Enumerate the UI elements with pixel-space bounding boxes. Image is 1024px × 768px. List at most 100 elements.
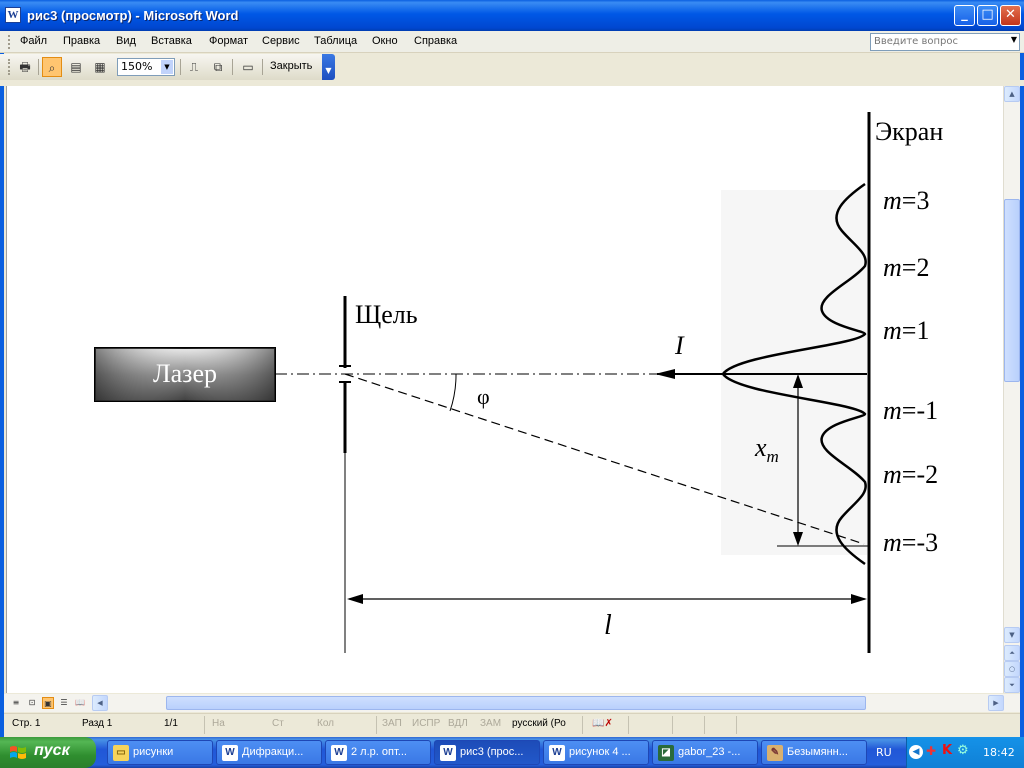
menu-tools[interactable]: Сервис	[262, 35, 300, 47]
antivirus-icon[interactable]: ✚	[926, 744, 936, 758]
taskbar: пуск ▭ рисунки W Дифракци... W 2 л.р. оп…	[0, 737, 1024, 768]
task-word-lr-opt[interactable]: W 2 л.р. опт...	[325, 740, 431, 765]
menu-format[interactable]: Формат	[209, 35, 248, 47]
word-icon[interactable]: W	[5, 7, 21, 23]
status-page[interactable]: Стр. 1	[12, 718, 40, 729]
window-title: рис3 (просмотр) - Microsoft Word	[27, 8, 239, 23]
task-word-difraktsiya[interactable]: W Дифракци...	[216, 740, 322, 765]
status-language[interactable]: русский (Ро	[512, 718, 566, 729]
task-label: Безымянн...	[787, 746, 848, 758]
next-page-button[interactable]: ⏷	[1004, 677, 1020, 693]
window-left-border	[0, 31, 4, 737]
word-icon: W	[331, 745, 347, 761]
status-bar: Стр. 1 Разд 1 1/1 На Ст Кол ЗАП ИСПР ВДЛ…	[4, 713, 1020, 737]
diffraction-diagram: Лазер I Щель φ Экран xm m=3 m=2 m=1 m=-1…	[94, 112, 943, 653]
document-page[interactable]: Лазер I Щель φ Экран xm m=3 m=2 m=1 m=-1…	[6, 86, 1003, 693]
status-divider	[376, 716, 377, 734]
scroll-down-button[interactable]: ▼	[1004, 627, 1020, 643]
arrow-head-icon	[851, 594, 867, 604]
title-bar[interactable]: W рис3 (просмотр) - Microsoft Word _ □ ✕	[0, 0, 1024, 31]
word-icon: W	[549, 745, 565, 761]
status-line[interactable]: Ст	[272, 718, 284, 729]
task-paint[interactable]: ✎ Безымянн...	[761, 740, 867, 765]
menu-view[interactable]: Вид	[116, 35, 136, 47]
dropdown-arrow-icon[interactable]: ▼	[1011, 35, 1017, 44]
vertical-scroll-thumb[interactable]	[1004, 199, 1020, 382]
status-divider	[204, 716, 205, 734]
clock[interactable]: 18:42	[983, 746, 1015, 759]
print-icon[interactable]: 🖶	[15, 57, 35, 77]
web-view-icon[interactable]: ⊡	[26, 697, 38, 709]
image-viewer-icon: ◪	[658, 745, 674, 761]
status-ext[interactable]: ВДЛ	[448, 718, 468, 729]
task-label: gabor_23 -...	[678, 746, 741, 758]
view-ruler-icon[interactable]: ⎍	[184, 57, 204, 77]
kaspersky-icon[interactable]: K	[942, 743, 952, 758]
scroll-left-button[interactable]: ◀	[92, 695, 108, 711]
toolbar-options-icon[interactable]: ▼	[322, 54, 335, 80]
pattern-background	[721, 190, 867, 555]
task-gabor[interactable]: ◪ gabor_23 -...	[652, 740, 758, 765]
preview-toolbar: 🖶 ⌕ ▤ ▦ 150% ▼ ⎍ ⧉ ▭ Закрыть ▼	[0, 54, 335, 80]
status-trk[interactable]: ИСПР	[412, 718, 440, 729]
status-at[interactable]: На	[212, 718, 225, 729]
previous-page-button[interactable]: ⏶	[1004, 645, 1020, 661]
zoom-select[interactable]: 150% ▼	[117, 58, 175, 76]
toolbar-separator	[262, 59, 263, 75]
tray-expand-icon[interactable]: ◀	[909, 745, 923, 759]
toolbar-separator	[38, 59, 39, 75]
menu-help[interactable]: Справка	[414, 35, 457, 47]
one-page-icon[interactable]: ▤	[66, 57, 86, 77]
status-section[interactable]: Разд 1	[82, 718, 112, 729]
menu-table[interactable]: Таблица	[314, 35, 357, 47]
minimize-button[interactable]: _	[954, 5, 975, 26]
word-icon: W	[222, 745, 238, 761]
order-label-m-1: m=-1	[883, 396, 938, 425]
task-word-risunok4[interactable]: W рисунок 4 ...	[543, 740, 649, 765]
spelling-status-icon[interactable]: 📖✗	[592, 718, 613, 729]
start-button[interactable]: пуск	[0, 737, 96, 768]
help-search-placeholder: Введите вопрос	[874, 36, 958, 47]
full-screen-icon[interactable]: ▭	[238, 57, 258, 77]
outline-view-icon[interactable]: ☰	[58, 697, 70, 709]
vertical-scrollbar[interactable]: ▲ ▼ ⏶ ○ ⏷	[1003, 86, 1020, 693]
menu-bar: Файл Правка Вид Вставка Формат Сервис Та…	[0, 31, 1024, 53]
task-folder-risunki[interactable]: ▭ рисунки	[107, 740, 213, 765]
scroll-up-button[interactable]: ▲	[1004, 86, 1020, 102]
normal-view-icon[interactable]: ≡	[10, 697, 22, 709]
close-button[interactable]: ✕	[1000, 5, 1021, 26]
language-indicator[interactable]: RU	[876, 746, 892, 759]
status-col[interactable]: Кол	[317, 718, 334, 729]
magnifier-icon[interactable]: ⌕	[42, 57, 62, 77]
print-layout-view-icon[interactable]: ▣	[42, 697, 54, 709]
start-label: пуск	[34, 742, 70, 759]
window-right-border	[1020, 31, 1024, 737]
horizontal-scroll-thumb[interactable]	[166, 696, 866, 710]
horizontal-scrollbar[interactable]: ≡ ⊡ ▣ ☰ 📖 ◀ ▶	[4, 694, 1020, 712]
distance-label: l	[604, 610, 612, 641]
chevron-down-icon[interactable]: ▼	[161, 60, 173, 74]
close-preview-button[interactable]: Закрыть	[270, 60, 312, 72]
status-divider	[736, 716, 737, 734]
paint-icon: ✎	[767, 745, 783, 761]
reading-view-icon[interactable]: 📖	[74, 697, 86, 709]
order-label-m3: m=3	[883, 186, 929, 215]
status-rec[interactable]: ЗАП	[382, 718, 402, 729]
status-ovr[interactable]: ЗАМ	[480, 718, 501, 729]
shrink-to-fit-icon[interactable]: ⧉	[208, 57, 228, 77]
help-search-input[interactable]: Введите вопрос ▼	[870, 33, 1020, 51]
menu-file[interactable]: Файл	[20, 35, 47, 47]
menu-edit[interactable]: Правка	[63, 35, 100, 47]
task-word-ris3[interactable]: W рис3 (прос...	[434, 740, 540, 765]
menu-insert[interactable]: Вставка	[151, 35, 192, 47]
maximize-button[interactable]: □	[977, 5, 998, 26]
toolbar-grip[interactable]	[8, 59, 11, 75]
network-icon[interactable]: ⚙	[957, 743, 969, 758]
scroll-right-button[interactable]: ▶	[988, 695, 1004, 711]
browse-object-button[interactable]: ○	[1004, 661, 1020, 677]
status-divider	[582, 716, 583, 734]
menu-window[interactable]: Окно	[372, 35, 398, 47]
status-pages[interactable]: 1/1	[164, 718, 178, 729]
menu-grip[interactable]	[8, 35, 11, 49]
multiple-pages-icon[interactable]: ▦	[90, 57, 110, 77]
